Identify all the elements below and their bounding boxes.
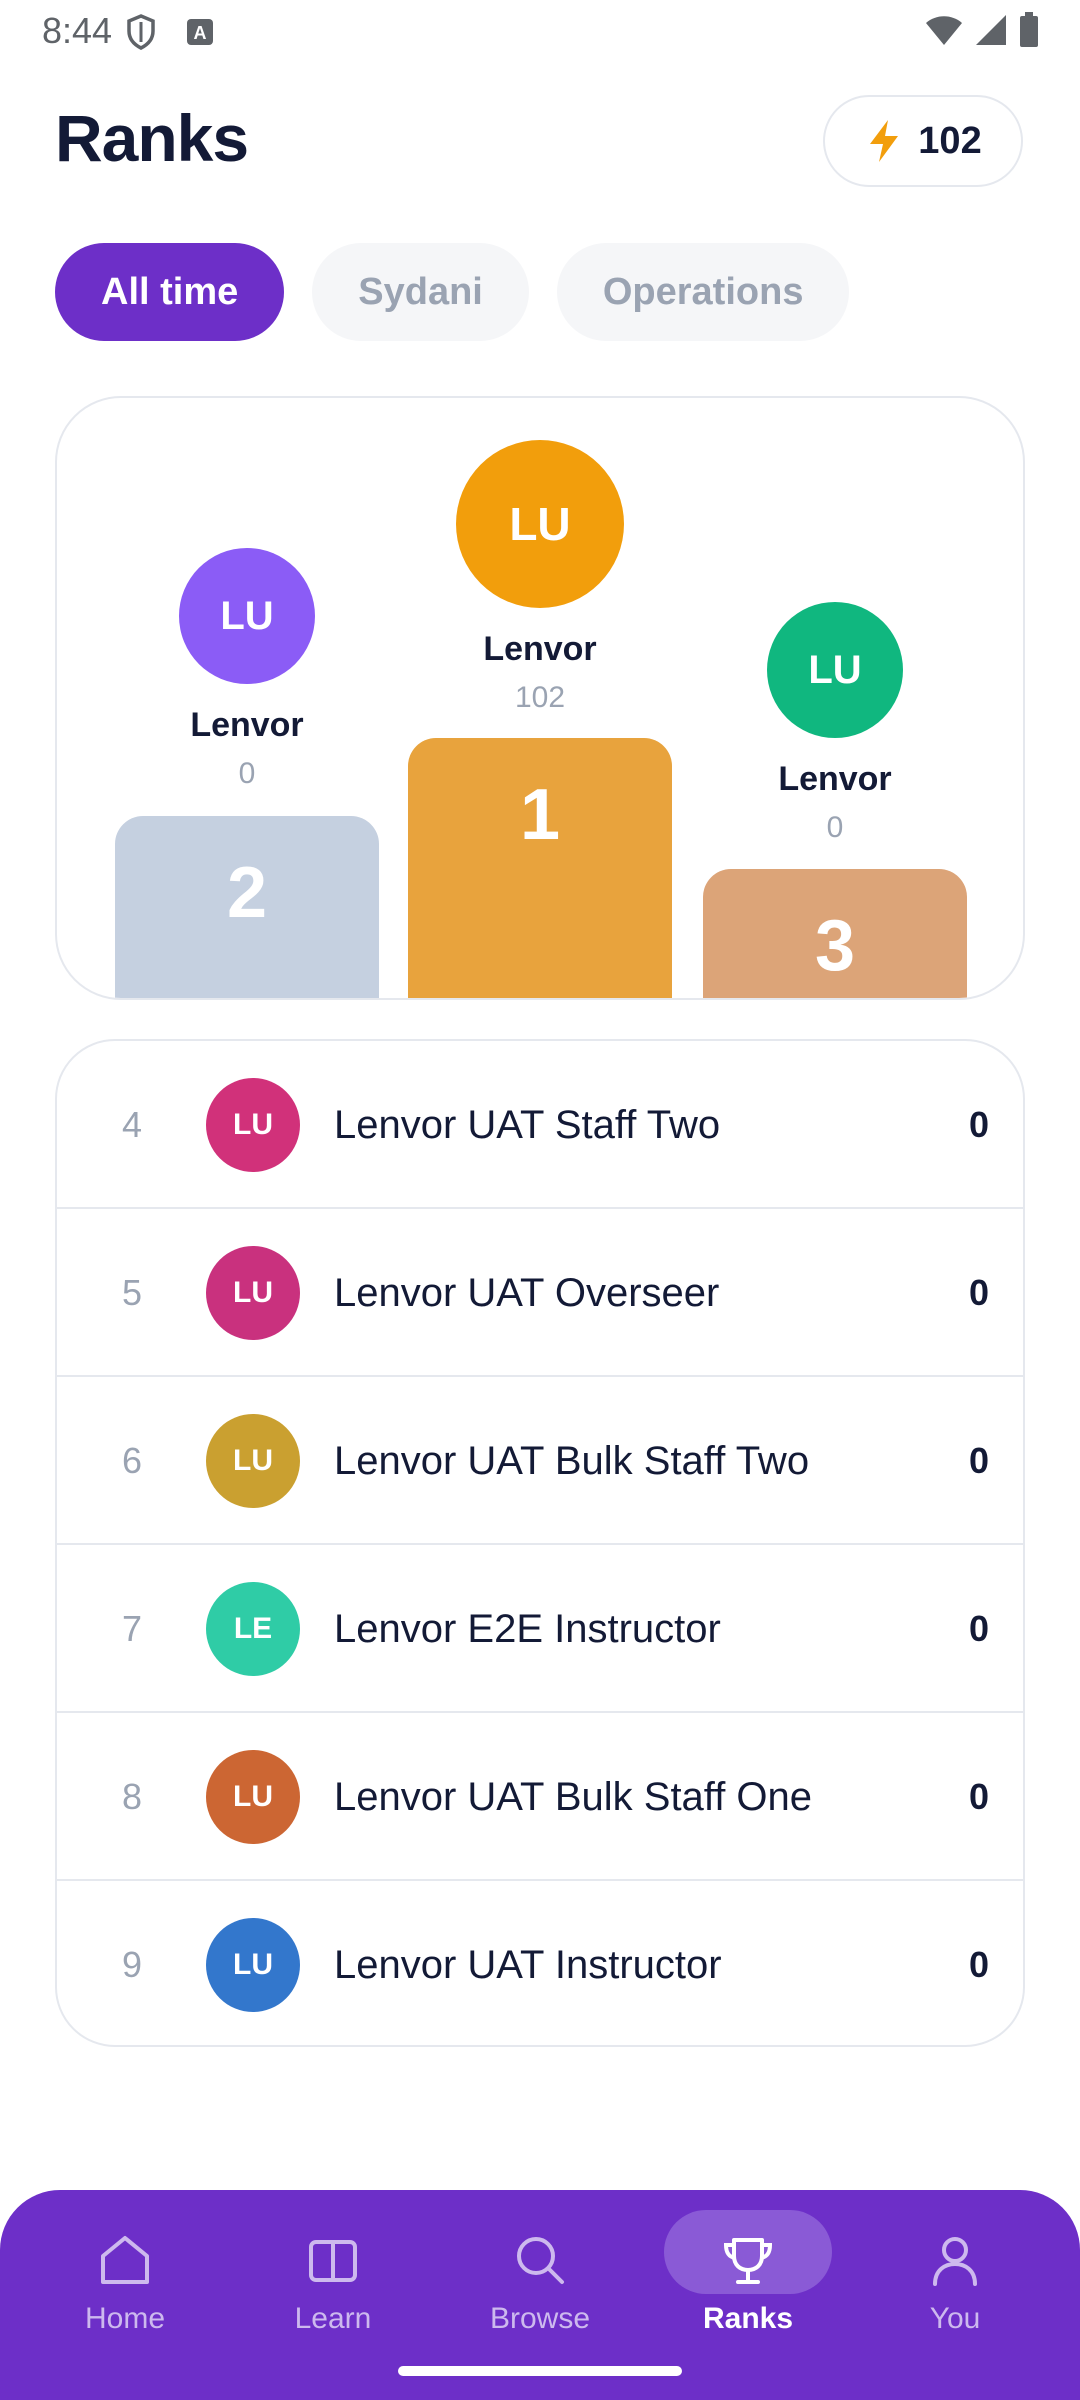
podium-score: 0 xyxy=(826,811,844,844)
podium-score: 102 xyxy=(514,681,566,714)
podium-rank-number: 3 xyxy=(814,906,856,986)
podium-score: 0 xyxy=(238,757,256,790)
nav-item-ranks[interactable]: Ranks xyxy=(658,2190,838,2340)
user-name: Lenvor UAT Bulk Staff Two xyxy=(334,1439,810,1483)
list-item[interactable]: 4 LU Lenvor UAT Staff Two 0 xyxy=(57,1041,1023,1209)
list-item[interactable]: 8 LU Lenvor UAT Bulk Staff One 0 xyxy=(57,1713,1023,1881)
rank-number: 8 xyxy=(121,1776,143,1817)
nav-item-you[interactable]: You xyxy=(865,2190,1045,2340)
svg-text:A: A xyxy=(194,23,207,43)
list-item[interactable]: 5 LU Lenvor UAT Overseer 0 xyxy=(57,1209,1023,1377)
nav-item-home[interactable]: Home xyxy=(35,2190,215,2340)
podium-name: Lenvor xyxy=(190,706,304,744)
user-score: 0 xyxy=(968,1104,989,1145)
user-name: Lenvor UAT Instructor xyxy=(334,1943,722,1987)
signal-icon xyxy=(976,15,1006,45)
nav-label: Browse xyxy=(489,2302,591,2335)
rankings-list: 4 LU Lenvor UAT Staff Two 0 5 LU Lenvor … xyxy=(55,1039,1025,2047)
podium-block-third: 3 xyxy=(703,869,967,998)
rank-number: 7 xyxy=(121,1608,143,1649)
podium-first-place[interactable]: LU Lenvor 102 xyxy=(408,440,672,715)
rank-number: 5 xyxy=(121,1272,143,1313)
podium-name: Lenvor xyxy=(483,630,597,668)
avatar: LE xyxy=(206,1582,300,1676)
list-item[interactable]: 6 LU Lenvor UAT Bulk Staff Two 0 xyxy=(57,1377,1023,1545)
filter-chip-operations[interactable]: Operations xyxy=(556,243,850,341)
user-score: 0 xyxy=(968,1272,989,1313)
user-score: 0 xyxy=(968,1944,989,1985)
podium-block-second: 2 xyxy=(115,816,379,998)
podium-rank-number: 1 xyxy=(519,775,561,855)
podium-name: Lenvor xyxy=(778,760,892,798)
avatar: LU xyxy=(179,548,315,684)
avatar: LU xyxy=(456,440,624,608)
filter-chip-all-time[interactable]: All time xyxy=(55,243,285,341)
avatar: LU xyxy=(206,1246,300,1340)
user-icon xyxy=(933,2237,977,2286)
podium-rank-number: 2 xyxy=(226,853,268,933)
rank-number: 4 xyxy=(121,1104,143,1145)
home-icon xyxy=(101,2236,149,2284)
nav-item-browse[interactable]: Browse xyxy=(450,2190,630,2340)
accessibility-badge-icon: A xyxy=(187,19,213,45)
user-score: 0 xyxy=(968,1440,989,1481)
podium-third-place[interactable]: LU Lenvor 0 xyxy=(703,602,967,845)
filter-chips: All time Sydani Operations xyxy=(55,243,850,341)
podium-second-place[interactable]: LU Lenvor 0 xyxy=(115,548,379,791)
avatar: LU xyxy=(206,1750,300,1844)
user-name: Lenvor UAT Bulk Staff One xyxy=(334,1775,813,1819)
nav-label: Ranks xyxy=(702,2302,794,2335)
nav-label: Learn xyxy=(294,2302,372,2335)
user-score: 0 xyxy=(968,1776,989,1817)
list-item[interactable]: 7 LE Lenvor E2E Instructor 0 xyxy=(57,1545,1023,1713)
list-item[interactable]: 9 LU Lenvor UAT Instructor 0 xyxy=(57,1881,1023,2045)
shield-icon xyxy=(127,14,155,50)
points-badge[interactable]: 102 xyxy=(823,95,1023,187)
status-bar: 8:44 A xyxy=(0,0,1080,64)
book-icon xyxy=(309,2240,357,2282)
lightning-bolt-icon xyxy=(870,120,899,162)
avatar: LU xyxy=(206,1078,300,1172)
status-indicators xyxy=(924,12,1040,48)
battery-icon xyxy=(1020,12,1038,47)
avatar: LU xyxy=(767,602,903,738)
avatar: LU xyxy=(206,1414,300,1508)
nav-label: You xyxy=(929,2302,981,2335)
user-score: 0 xyxy=(968,1608,989,1649)
wifi-icon xyxy=(926,16,962,45)
trophy-icon xyxy=(723,2238,773,2284)
nav-item-learn[interactable]: Learn xyxy=(243,2190,423,2340)
points-value: 102 xyxy=(918,119,982,162)
rank-number: 9 xyxy=(121,1944,143,1985)
page-title: Ranks xyxy=(55,101,249,175)
status-time: 8:44 xyxy=(42,10,113,51)
podium-card: LU Lenvor 0 2 LU Lenvor 102 1 LU Lenvor … xyxy=(55,396,1025,1000)
user-name: Lenvor UAT Overseer xyxy=(334,1271,720,1315)
filter-chip-sydani[interactable]: Sydani xyxy=(312,243,529,341)
podium-block-first: 1 xyxy=(408,738,672,998)
rank-number: 6 xyxy=(121,1440,143,1481)
search-icon xyxy=(517,2237,564,2284)
home-indicator xyxy=(398,2366,682,2376)
user-name: Lenvor UAT Staff Two xyxy=(334,1103,721,1147)
avatar: LU xyxy=(206,1918,300,2012)
nav-label: Home xyxy=(84,2302,166,2335)
user-name: Lenvor E2E Instructor xyxy=(334,1607,721,1651)
